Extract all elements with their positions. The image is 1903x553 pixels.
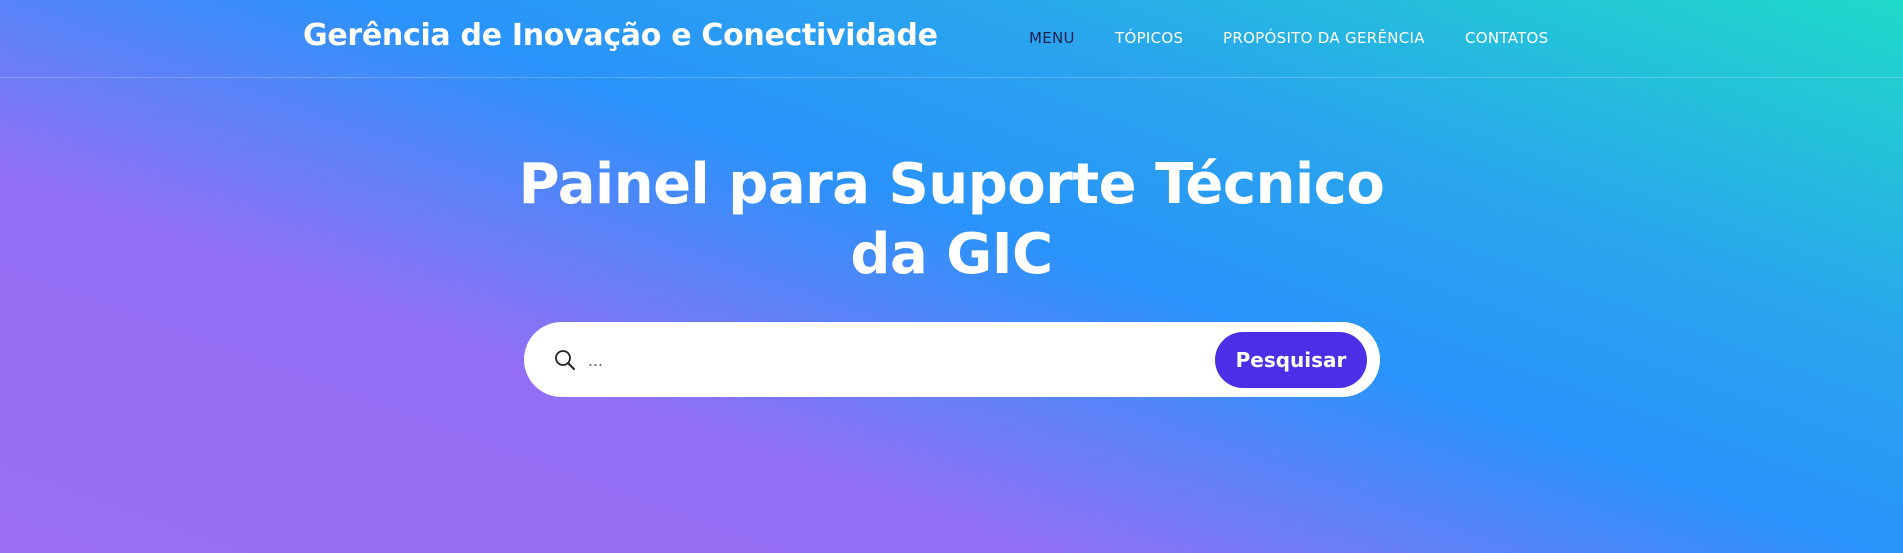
page-title-line-2: da GIC xyxy=(850,222,1053,287)
nav-item-proposito[interactable]: PROPÓSITO DA GERÊNCIA xyxy=(1223,29,1425,47)
page-title: Painel para Suporte Técnico da GIC xyxy=(0,150,1903,290)
nav-item-menu[interactable]: MENU xyxy=(1029,29,1075,47)
nav-item-topicos[interactable]: TÓPICOS xyxy=(1115,29,1183,47)
search-icon xyxy=(553,348,577,372)
search-button[interactable]: Pesquisar xyxy=(1215,332,1367,388)
nav-item-contatos[interactable]: CONTATOS xyxy=(1465,29,1549,47)
search-bar: Pesquisar xyxy=(524,322,1380,397)
search-input[interactable] xyxy=(588,340,1208,380)
page-title-line-1: Painel para Suporte Técnico xyxy=(518,152,1385,217)
main-nav: MENU TÓPICOS PROPÓSITO DA GERÊNCIA CONTA… xyxy=(0,29,1903,49)
top-header: Gerência de Inovação e Conectividade MEN… xyxy=(0,0,1903,78)
